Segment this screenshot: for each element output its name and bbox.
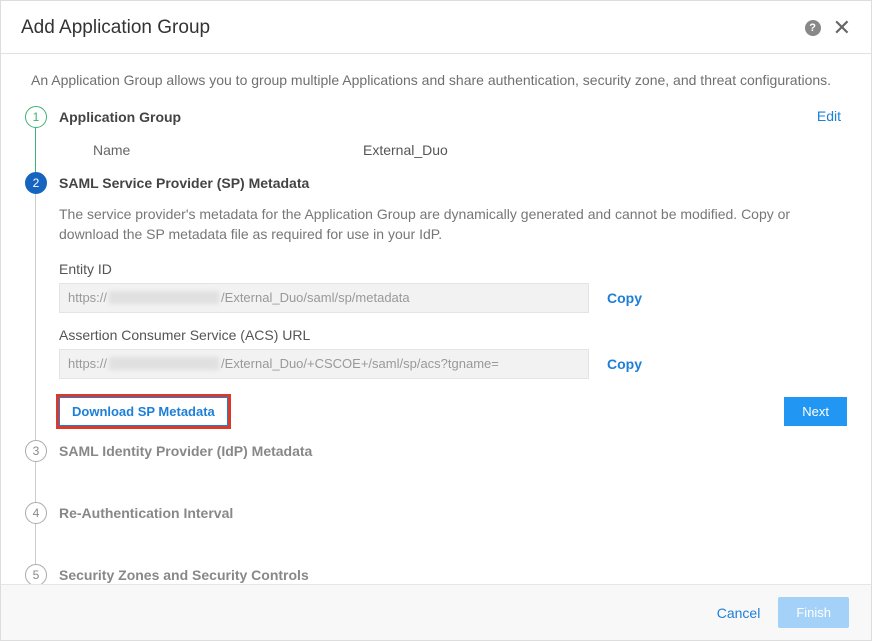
finish-button[interactable]: Finish (778, 597, 849, 628)
download-sp-metadata-button[interactable]: Download SP Metadata (59, 397, 228, 426)
acs-url-prefix: https:// (68, 356, 107, 371)
acs-url-field[interactable]: https:// /External_Duo/+CSCOE+/saml/sp/a… (59, 349, 589, 379)
intro-text: An Application Group allows you to group… (1, 54, 871, 106)
step-connector (35, 462, 36, 504)
name-value: External_Duo (363, 142, 448, 158)
acs-url-group: Assertion Consumer Service (ACS) URL htt… (59, 327, 847, 393)
close-icon[interactable]: ✕ (833, 17, 851, 39)
step-number-4: 4 (25, 502, 47, 524)
step-idp-metadata: 3 SAML Identity Provider (IdP) Metadata (25, 440, 847, 502)
modal-header: Add Application Group ? ✕ (1, 1, 871, 54)
step-connector (35, 524, 36, 566)
modal-footer: Cancel Finish (1, 584, 871, 640)
step-title: Re-Authentication Interval (59, 502, 847, 534)
step-title: Application Group (59, 106, 847, 138)
step-number-3: 3 (25, 440, 47, 462)
step-number-1: 1 (25, 106, 47, 128)
step2-description: The service provider's metadata for the … (59, 204, 847, 261)
redacted-host (109, 291, 219, 304)
entity-id-field[interactable]: https:// /External_Duo/saml/sp/metadata (59, 283, 589, 313)
step-number-5: 5 (25, 564, 47, 586)
redacted-host (109, 357, 219, 370)
page-title: Add Application Group (21, 17, 210, 39)
step-number-2: 2 (25, 172, 47, 194)
help-icon[interactable]: ? (805, 20, 821, 36)
step1-name-row: Name External_Duo (59, 138, 847, 172)
step-reauth-interval: 4 Re-Authentication Interval (25, 502, 847, 564)
acs-url-label: Assertion Consumer Service (ACS) URL (59, 327, 847, 349)
copy-acs-url-button[interactable]: Copy (607, 356, 642, 372)
entity-id-suffix: /External_Duo/saml/sp/metadata (221, 290, 410, 305)
next-button[interactable]: Next (784, 397, 847, 426)
header-icons: ? ✕ (805, 17, 851, 39)
entity-id-label: Entity ID (59, 261, 847, 283)
step-sp-metadata: 2 SAML Service Provider (SP) Metadata Th… (25, 172, 847, 440)
step-connector (35, 194, 36, 442)
copy-entity-id-button[interactable]: Copy (607, 290, 642, 306)
wizard-steps: 1 Application Group Edit Name External_D… (1, 106, 871, 596)
step-title: SAML Identity Provider (IdP) Metadata (59, 440, 847, 472)
cancel-button[interactable]: Cancel (717, 605, 761, 621)
name-label: Name (93, 142, 363, 158)
step2-actions: Download SP Metadata Next (59, 393, 847, 440)
step-application-group: 1 Application Group Edit Name External_D… (25, 106, 847, 172)
entity-id-group: Entity ID https:// /External_Duo/saml/sp… (59, 261, 847, 327)
edit-link[interactable]: Edit (817, 108, 841, 124)
acs-url-suffix: /External_Duo/+CSCOE+/saml/sp/acs?tgname… (221, 356, 499, 371)
step-title: SAML Service Provider (SP) Metadata (59, 172, 847, 204)
step-connector (35, 128, 36, 174)
entity-id-prefix: https:// (68, 290, 107, 305)
